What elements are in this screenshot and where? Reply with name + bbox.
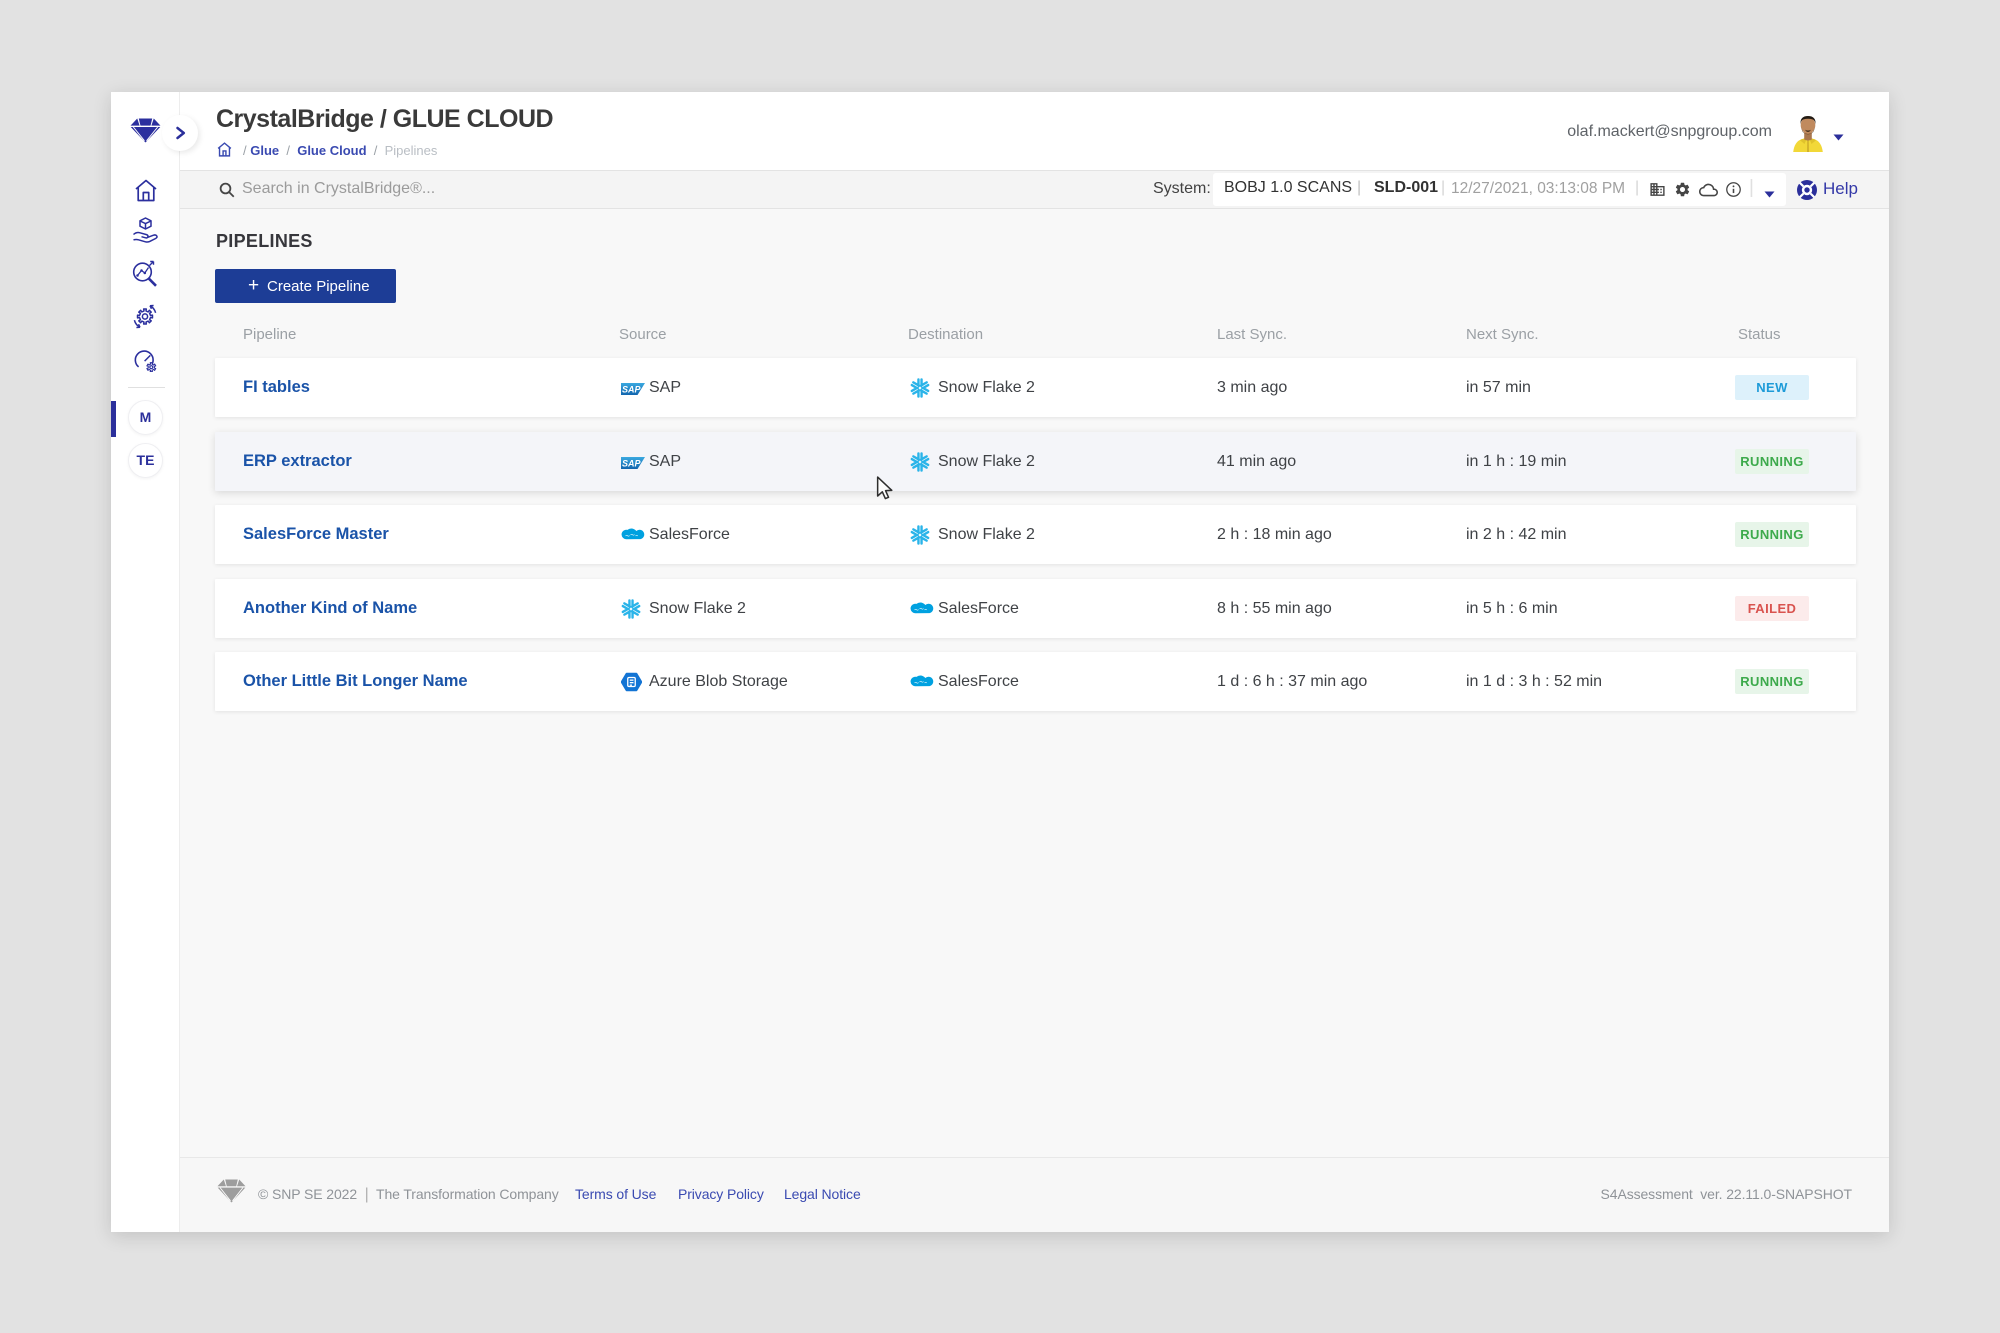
- svg-text:SAP: SAP: [622, 385, 642, 395]
- svg-text:SAP: SAP: [622, 458, 642, 468]
